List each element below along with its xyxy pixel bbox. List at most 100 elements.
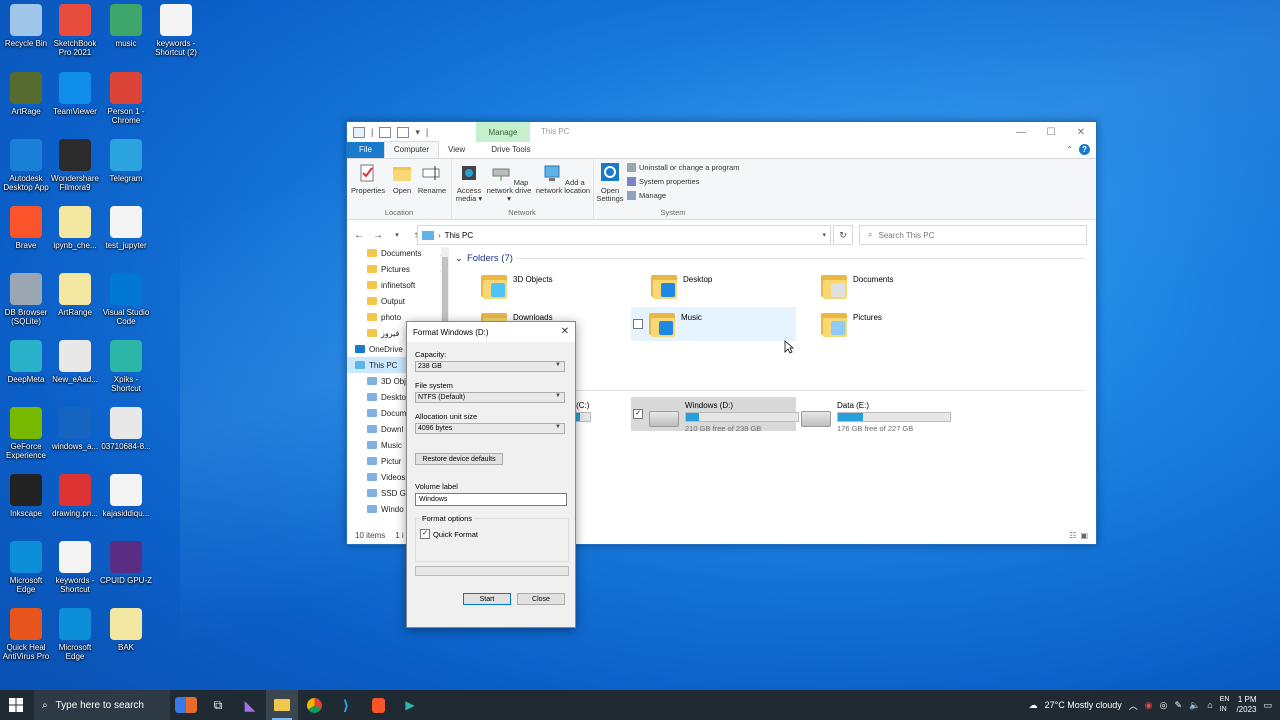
address-dropdown-chevron-icon[interactable]: ▾ [822, 231, 826, 239]
properties-button[interactable]: Properties [351, 163, 385, 195]
clock[interactable]: 1 PM/2023 [1236, 695, 1256, 715]
folder-item[interactable]: Music [631, 307, 796, 341]
desktop-icon[interactable]: Autodesk Desktop App [0, 139, 52, 192]
tab-file[interactable]: File [347, 142, 384, 158]
allocation-select[interactable]: 4096 bytes ▼ [415, 423, 565, 434]
quick-format-checkbox[interactable]: ✓ [420, 529, 430, 539]
visual-studio-icon[interactable]: ◣ [234, 690, 266, 720]
desktop-icon[interactable]: windows_a... [49, 407, 101, 451]
app-icon[interactable]: ▶ [394, 690, 426, 720]
widgets-icon[interactable] [170, 690, 202, 720]
desktop-icon[interactable]: Wondershare Filmora9 [49, 139, 101, 192]
close-icon[interactable]: ✕ [1066, 122, 1096, 142]
desktop-icon[interactable]: 03710684-8... [100, 407, 152, 451]
desktop-icon[interactable]: test_jupyter [100, 206, 152, 250]
weather-icon[interactable]: ☁ [1029, 700, 1038, 711]
desktop-icon[interactable]: keywords - Shortcut (2) [150, 4, 202, 57]
desktop-icon[interactable]: Microsoft Edge [49, 608, 101, 661]
refresh-icon[interactable]: ↻ [833, 225, 853, 245]
vscode-icon[interactable]: ⟩ [330, 690, 362, 720]
desktop-icon[interactable]: New_eAad... [49, 340, 101, 384]
desktop-icon[interactable]: music [100, 4, 152, 48]
file-explorer-icon[interactable] [266, 690, 298, 720]
tab-computer[interactable]: Computer [383, 141, 440, 158]
close-button[interactable]: Close [517, 593, 565, 605]
desktop-icon[interactable]: SketchBook Pro 2021 [49, 4, 101, 57]
open-settings-button[interactable]: Open Settings [595, 163, 625, 203]
drive-item[interactable]: Data (E:) 176 GB free of 227 GB [801, 397, 966, 433]
desktop-icon[interactable]: kajasiddiqu... [100, 474, 152, 518]
quick-format-option[interactable]: ✓ Quick Format [420, 529, 478, 539]
sidebar-item[interactable]: Pictures📌 [347, 261, 451, 277]
title-bar[interactable]: | ▾ | Manage This PC — ☐ ✕ [347, 122, 1096, 142]
back-arrow-icon[interactable]: ← [352, 230, 366, 241]
start-button[interactable]: Start [463, 593, 511, 605]
desktop-icon[interactable]: DB Browser (SQLite) [0, 273, 52, 326]
folder-item[interactable]: 3D Objects [481, 269, 646, 303]
notifications-icon[interactable]: ▭ [1263, 700, 1272, 711]
folder-item[interactable]: Documents [821, 269, 986, 303]
volume-label-input[interactable]: Windows [415, 493, 567, 506]
maximize-icon[interactable]: ☐ [1036, 122, 1066, 142]
pen-icon[interactable]: ✎ [1175, 700, 1183, 711]
capacity-select[interactable]: 238 GB ▼ [415, 361, 565, 372]
close-icon[interactable]: ✕ [561, 326, 569, 337]
dialog-title-bar[interactable]: Format Windows (D:) ✕ [407, 322, 575, 342]
forward-arrow-icon[interactable]: → [371, 230, 385, 241]
folder-item[interactable]: Pictures [821, 307, 986, 341]
desktop-icon[interactable]: ArtRage [0, 72, 52, 116]
desktop-icon[interactable]: Telegram [100, 139, 152, 183]
sidebar-item[interactable]: Documents📌 [347, 245, 451, 261]
breadcrumb-chevron-icon[interactable]: › [438, 231, 441, 240]
file-system-select[interactable]: NTFS (Default) ▼ [415, 392, 565, 403]
taskbar-search-input[interactable]: ⌕ Type here to search [34, 690, 170, 720]
desktop-icon[interactable]: Brave [0, 206, 52, 250]
desktop-icon[interactable]: CPUID GPU-Z [100, 541, 152, 585]
desktop-icon[interactable]: Recycle Bin [0, 4, 52, 48]
select-checkbox[interactable] [633, 319, 643, 329]
properties-check-icon[interactable] [379, 126, 392, 138]
sidebar-item[interactable]: Output [347, 293, 451, 309]
help-icon[interactable]: ? [1079, 144, 1090, 155]
task-view-icon[interactable]: ⧉ [202, 690, 234, 720]
new-folder-icon[interactable] [397, 126, 410, 138]
desktop-icon[interactable]: BAK [100, 608, 152, 652]
desktop-icon[interactable]: TeamViewer [49, 72, 101, 116]
add-network-location-button[interactable]: Add a network location [535, 163, 591, 195]
network-icon[interactable]: ⌂ [1207, 700, 1212, 710]
tab-view[interactable]: View [439, 142, 474, 158]
tab-drive-tools[interactable]: Drive Tools [482, 142, 539, 158]
address-bar[interactable]: › This PC ▾ [417, 225, 831, 245]
breadcrumb-this-pc[interactable]: This PC [445, 231, 473, 240]
uninstall-program-button[interactable]: Uninstall or change a program [627, 163, 739, 172]
desktop-icon[interactable]: DeepMeta [0, 340, 52, 384]
restore-defaults-button[interactable]: Restore device defaults [415, 453, 503, 465]
volume-icon[interactable]: 🔈 [1189, 700, 1200, 711]
minimize-icon[interactable]: — [1006, 122, 1036, 142]
search-input[interactable]: ⌕ Search This PC [859, 225, 1087, 245]
start-menu-button[interactable] [0, 690, 32, 720]
recording-icon[interactable]: ◉ [1145, 700, 1153, 711]
customize-qat-chevron-icon[interactable]: ▾ [415, 127, 420, 138]
manage-button[interactable]: Manage [627, 191, 666, 200]
rename-button[interactable]: Rename [417, 163, 447, 195]
system-properties-button[interactable]: System properties [627, 177, 699, 186]
folder-item[interactable]: Desktop [651, 269, 816, 303]
desktop-icon[interactable]: drawing.pn... [49, 474, 101, 518]
desktop-icon[interactable]: Person 1 - Chrome [100, 72, 152, 125]
desktop-icon[interactable]: Quick Heal AntiVirus Pro [0, 608, 52, 661]
desktop-icon[interactable]: ipynb_che... [49, 206, 101, 250]
weather-text[interactable]: 27°C Mostly cloudy [1045, 700, 1122, 710]
show-hidden-icons-chevron-icon[interactable]: ︿ [1129, 699, 1138, 712]
desktop-icon[interactable]: GeForce Experience [0, 407, 52, 460]
map-network-drive-button[interactable]: Map network drive ▾ [485, 163, 533, 203]
desktop-icon[interactable]: keywords - Shortcut [49, 541, 101, 594]
desktop-icon[interactable]: Visual Studio Code [100, 273, 152, 326]
brave-icon[interactable] [362, 690, 394, 720]
desktop-icon[interactable]: Microsoft Edge [0, 541, 52, 594]
sidebar-item[interactable]: infinetsoft [347, 277, 451, 293]
language-indicator[interactable]: EN IN [1220, 695, 1230, 715]
tray-app-icon[interactable]: ◎ [1160, 700, 1168, 711]
format-dialog[interactable]: Format Windows (D:) ✕ Capacity: 238 GB ▼ … [406, 321, 576, 628]
access-media-button[interactable]: Access media ▾ [455, 163, 483, 203]
